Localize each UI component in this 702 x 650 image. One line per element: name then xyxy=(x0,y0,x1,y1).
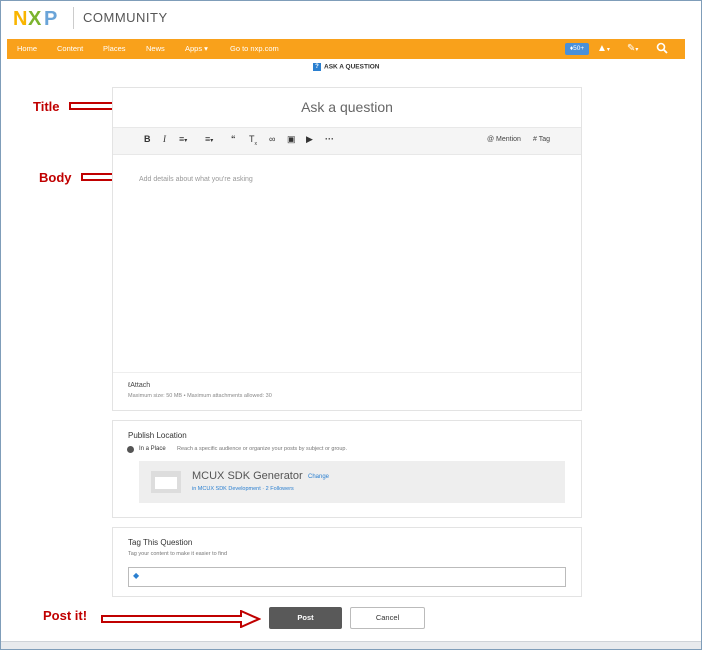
numbered-list-icon[interactable]: ≡▾ xyxy=(205,134,213,144)
bold-icon[interactable]: B xyxy=(144,134,151,144)
notification-count: 50+ xyxy=(573,45,585,52)
place-thumbnail xyxy=(151,471,181,493)
more-icon[interactable]: ··· xyxy=(325,134,334,144)
publish-location: Publish Location In a Place Reach a spec… xyxy=(112,420,582,518)
question-body-input[interactable]: Add details about what you're asking xyxy=(113,154,581,372)
in-a-place-radio[interactable] xyxy=(128,447,133,452)
nav-news[interactable]: News xyxy=(146,44,165,53)
bottom-bar xyxy=(1,641,701,649)
tag-button[interactable]: # Tag xyxy=(533,136,550,143)
notification-badge[interactable]: ♦50+ xyxy=(565,43,589,55)
tag-icon: ◆ xyxy=(133,571,140,580)
editor-toolbar: B I ≡▾ ≡▾ “ Tx ∞ ▣ ▶ ··· @ Mention # Tag xyxy=(113,127,581,155)
pencil-icon[interactable]: ✎▾ xyxy=(627,41,638,58)
search-icon[interactable] xyxy=(656,41,668,57)
tag-subtitle: Tag your content to make it easier to fi… xyxy=(128,551,228,557)
annotation-title: Title xyxy=(33,99,60,114)
nav-places[interactable]: Places xyxy=(103,44,126,53)
mention-button[interactable]: @ Mention xyxy=(487,136,521,143)
nav-go-to-nxp[interactable]: Go to nxp.com xyxy=(230,44,279,53)
in-a-place-label: In a Place xyxy=(139,446,166,452)
top-nav: Home Content Places News Apps ▾ Go to nx… xyxy=(7,39,685,59)
logo-divider xyxy=(73,7,74,29)
quote-icon[interactable]: “ xyxy=(231,134,236,144)
question-title-input[interactable]: Ask a question xyxy=(113,88,581,126)
annotation-body: Body xyxy=(39,170,72,185)
svg-text:X: X xyxy=(28,8,42,29)
annotation-post: Post it! xyxy=(43,608,88,623)
svg-text:P: P xyxy=(44,8,57,29)
nav-home[interactable]: Home xyxy=(17,44,37,53)
publish-description: Reach a specific audience or organize yo… xyxy=(177,446,347,452)
italic-icon[interactable]: I xyxy=(163,134,166,144)
link-icon[interactable]: ∞ xyxy=(269,134,275,144)
nxp-logo[interactable]: N X P xyxy=(13,7,65,29)
camera-icon[interactable]: ▣ xyxy=(287,134,296,145)
publish-title: Publish Location xyxy=(128,431,187,440)
cancel-button[interactable]: Cancel xyxy=(350,607,425,629)
inbox-icon[interactable]: ▲▾ xyxy=(597,41,610,58)
clear-format-icon[interactable]: Tx xyxy=(249,134,257,147)
video-icon[interactable]: ▶ xyxy=(306,134,313,145)
attach-area: ℓAttach Maximum size: 50 MB • Maximum at… xyxy=(113,372,581,411)
ask-question-label: ? ASK A QUESTION xyxy=(313,63,380,71)
attach-label: Attach xyxy=(130,382,151,389)
community-title: COMMUNITY xyxy=(83,10,168,25)
svg-text:N: N xyxy=(13,8,27,29)
bullet-list-icon[interactable]: ≡▾ xyxy=(179,134,187,144)
nav-content[interactable]: Content xyxy=(57,44,83,53)
place-card: MCUX SDK Generator Change in MCUX SDK De… xyxy=(139,461,565,503)
post-arrow xyxy=(101,610,261,628)
body-placeholder: Add details about what you're asking xyxy=(139,176,253,183)
tag-section: Tag This Question Tag your content to ma… xyxy=(112,527,582,597)
attach-button[interactable]: ℓAttach xyxy=(128,382,150,389)
change-place-link[interactable]: Change xyxy=(308,474,329,480)
ask-question-text: ASK A QUESTION xyxy=(324,63,380,71)
question-editor: Ask a question B I ≡▾ ≡▾ “ Tx ∞ ▣ ▶ ··· … xyxy=(112,87,582,411)
post-button[interactable]: Post xyxy=(269,607,342,629)
attach-hint: Maximum size: 50 MB • Maximum attachment… xyxy=(128,393,272,399)
place-name: MCUX SDK Generator xyxy=(192,470,303,482)
question-icon: ? xyxy=(313,63,321,71)
tag-title: Tag This Question xyxy=(128,538,193,547)
tag-input[interactable]: ◆ xyxy=(128,567,566,587)
nav-apps[interactable]: Apps ▾ xyxy=(185,44,208,53)
place-subtitle[interactable]: in MCUX SDK Development · 2 Followers xyxy=(192,486,294,492)
app-window: N X P COMMUNITY Home Content Places News… xyxy=(0,0,702,650)
